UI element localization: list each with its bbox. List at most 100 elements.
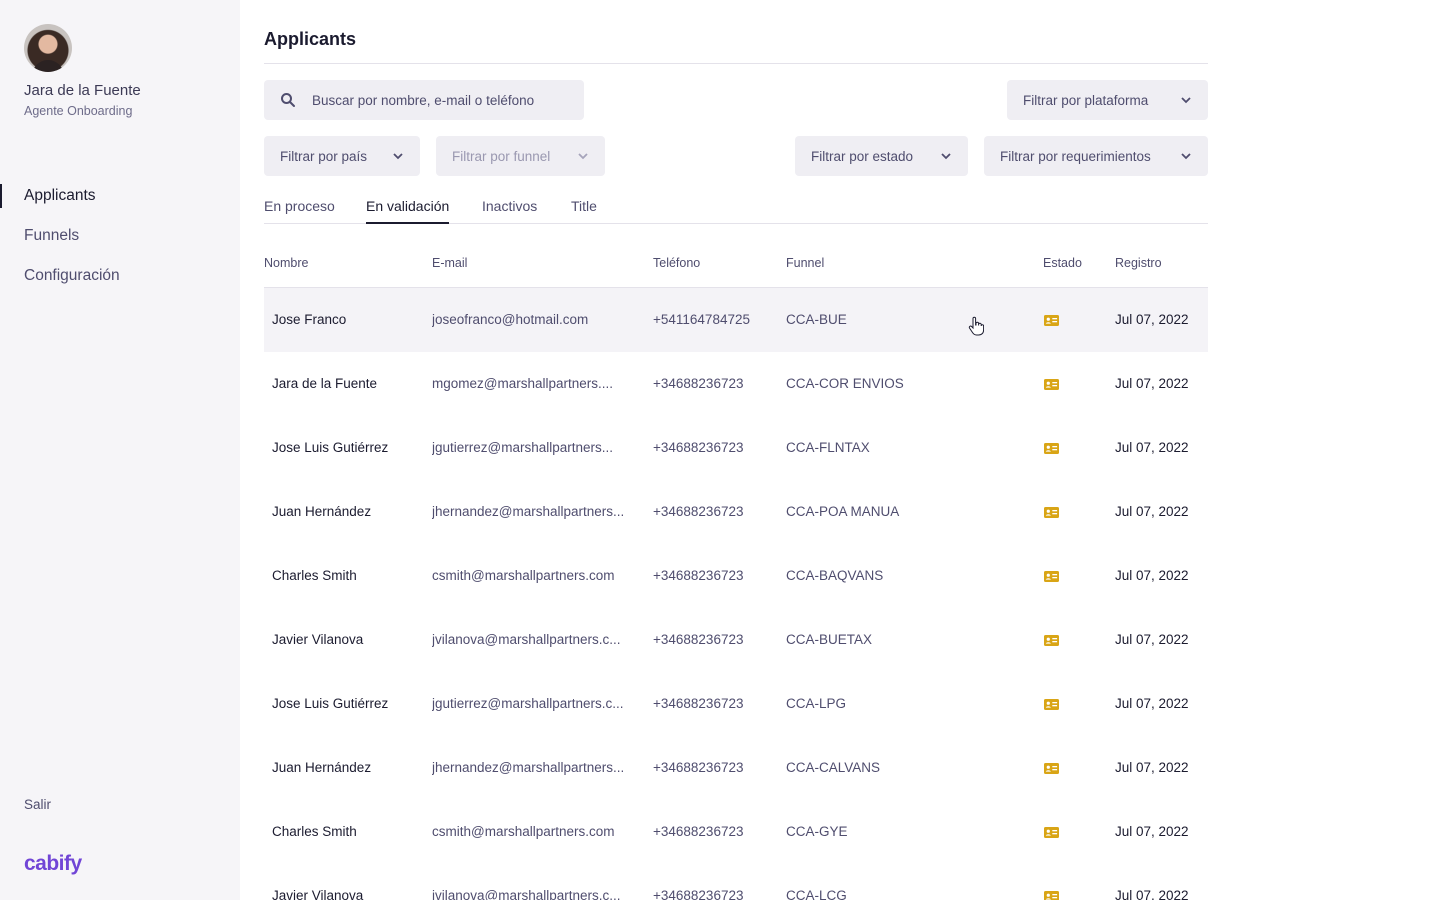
applicant-email: jvilanova@marshallpartners.c...	[432, 888, 621, 900]
applicant-name: Javier Vilanova	[272, 632, 364, 647]
applicant-funnel: CCA-FLNTAX	[786, 440, 870, 455]
table-row[interactable]: Jose Luis Gutiérrez jgutierrez@marshallpa…	[264, 672, 1208, 736]
id-card-icon	[1044, 378, 1059, 390]
id-card-icon	[1044, 634, 1059, 646]
applicant-phone: +541164784725	[653, 312, 750, 327]
chevron-down-icon	[393, 153, 403, 160]
page-title: Applicants	[264, 29, 357, 49]
applicant-state	[1044, 800, 1060, 864]
applicant-funnel: CCA-POA MANUA	[786, 504, 900, 519]
filter-requirements-dropdown[interactable]: Filtrar por requerimientos	[984, 136, 1208, 176]
applicant-email: mgomez@marshallpartners....	[432, 376, 614, 391]
applicant-name: Jose Luis Gutiérrez	[272, 440, 389, 455]
applicant-state	[1044, 480, 1060, 544]
sidebar: Jara de la Fuente Agente Onboarding Appl…	[0, 0, 240, 900]
table-row[interactable]: Jara de la Fuente mgomez@marshallpartners…	[264, 352, 1208, 416]
applicant-name: Charles Smith	[272, 824, 357, 839]
applicant-state	[1044, 672, 1060, 736]
user-role: Agente Onboarding	[24, 104, 133, 118]
applicant-name: Juan Hernández	[272, 504, 372, 519]
applicant-state	[1044, 416, 1060, 480]
applicant-registration-date: Jul 07, 2022	[1115, 504, 1189, 519]
table-row[interactable]: Jose Luis Gutiérrez jgutierrez@marshallpa…	[264, 416, 1208, 480]
table-row[interactable]: Juan Hernández jhernandez@marshallpartner…	[264, 736, 1208, 800]
filter-platform-label: Filtrar por plataforma	[1023, 92, 1149, 108]
column-header-email[interactable]: E-mail	[432, 256, 467, 270]
table-row[interactable]: Juan Hernández jhernandez@marshallpartner…	[264, 480, 1208, 544]
chevron-down-icon	[1181, 153, 1191, 160]
sidebar-item-funnels[interactable]: Funnels	[0, 216, 240, 256]
table-body: Jose Franco joseofranco@hotmail.com +54116…	[264, 288, 1208, 900]
cabify-logo: cabify	[24, 852, 82, 875]
table-header: Nombre E-mail Teléfono Funnel Estado Reg…	[264, 256, 1208, 288]
id-card-icon	[1044, 890, 1059, 900]
sidebar-item-configuracion[interactable]: Configuración	[0, 256, 240, 296]
applicant-funnel: CCA-LPG	[786, 696, 847, 711]
applicant-registration-date: Jul 07, 2022	[1115, 568, 1189, 583]
search-icon	[281, 93, 295, 107]
applicant-funnel: CCA-CALVANS	[786, 760, 881, 775]
applicant-phone: +34688236723	[653, 440, 744, 455]
chevron-down-icon	[1181, 97, 1191, 104]
column-header-estado[interactable]: Estado	[1043, 256, 1082, 270]
applicant-phone: +34688236723	[653, 824, 744, 839]
applicant-state	[1044, 864, 1060, 900]
logout-link[interactable]: Salir	[24, 797, 51, 812]
applicant-email: jhernandez@marshallpartners...	[432, 760, 625, 775]
table-row[interactable]: Charles Smith csmith@marshallpartners.com…	[264, 800, 1208, 864]
tab-title[interactable]: Title	[571, 198, 597, 224]
applicant-name: Jose Franco	[272, 312, 347, 327]
applicant-phone: +34688236723	[653, 760, 744, 775]
divider	[264, 63, 1208, 64]
applicant-email: jvilanova@marshallpartners.c...	[432, 632, 621, 647]
table-row[interactable]: Javier Vilanova jvilanova@marshallpartner…	[264, 608, 1208, 672]
applicant-state	[1044, 544, 1060, 608]
column-header-funnel[interactable]: Funnel	[786, 256, 824, 270]
filter-requirements-label: Filtrar por requerimientos	[1000, 148, 1151, 164]
tab-en-proceso[interactable]: En proceso	[264, 198, 335, 224]
table-row[interactable]: Javier Vilanova jvilanova@marshallpartner…	[264, 864, 1208, 900]
applicant-email: jhernandez@marshallpartners...	[432, 504, 625, 519]
hand-cursor-icon	[968, 316, 984, 336]
applicant-funnel: CCA-BUE	[786, 312, 847, 327]
sidebar-nav: Applicants Funnels Configuración	[0, 176, 240, 296]
applicant-registration-date: Jul 07, 2022	[1115, 888, 1189, 900]
filter-country-label: Filtrar por país	[280, 148, 368, 164]
applicant-funnel: CCA-GYE	[786, 824, 848, 839]
user-name: Jara de la Fuente	[24, 82, 141, 99]
filter-funnel-label: Filtrar por funnel	[452, 148, 551, 164]
applicant-email: jgutierrez@marshallpartners...	[432, 440, 614, 455]
applicant-state	[1044, 608, 1060, 672]
filter-platform-dropdown[interactable]: Filtrar por plataforma	[1007, 80, 1208, 120]
column-header-telefono[interactable]: Teléfono	[653, 256, 700, 270]
table-row[interactable]: Charles Smith csmith@marshallpartners.com…	[264, 544, 1208, 608]
tab-en-validacion[interactable]: En validación	[366, 198, 450, 224]
id-card-icon	[1044, 442, 1059, 454]
applicant-state	[1044, 352, 1060, 416]
avatar[interactable]	[24, 24, 72, 72]
applicant-name: Charles Smith	[272, 568, 357, 583]
column-header-nombre[interactable]: Nombre	[264, 256, 308, 270]
column-header-registro[interactable]: Registro	[1115, 256, 1162, 270]
table-row[interactable]: Jose Franco joseofranco@hotmail.com +54116…	[264, 288, 1208, 352]
tab-bar: En proceso En validación Inactivos Title	[264, 196, 1208, 224]
search-placeholder: Buscar por nombre, e-mail o teléfono	[312, 92, 535, 108]
applicant-phone: +34688236723	[653, 568, 744, 583]
filter-state-dropdown[interactable]: Filtrar por estado	[795, 136, 968, 176]
applicant-name: Jose Luis Gutiérrez	[272, 696, 389, 711]
applicant-phone: +34688236723	[653, 504, 744, 519]
applicant-email: csmith@marshallpartners.com	[432, 568, 615, 583]
applicant-name: Jara de la Fuente	[272, 376, 378, 391]
applicant-registration-date: Jul 07, 2022	[1115, 376, 1189, 391]
id-card-icon	[1044, 314, 1059, 326]
applicant-funnel: CCA-COR ENVIOS	[786, 376, 904, 391]
search-input[interactable]: Buscar por nombre, e-mail o teléfono	[264, 80, 584, 120]
filter-country-dropdown[interactable]: Filtrar por país	[264, 136, 420, 176]
applicant-funnel: CCA-BAQVANS	[786, 568, 884, 583]
applicant-state	[1044, 736, 1060, 800]
tab-inactivos[interactable]: Inactivos	[482, 198, 537, 224]
applicant-email: jgutierrez@marshallpartners.c...	[432, 696, 624, 711]
sidebar-item-applicants[interactable]: Applicants	[0, 176, 240, 216]
applicant-registration-date: Jul 07, 2022	[1115, 312, 1189, 327]
filter-funnel-dropdown[interactable]: Filtrar por funnel	[436, 136, 605, 176]
